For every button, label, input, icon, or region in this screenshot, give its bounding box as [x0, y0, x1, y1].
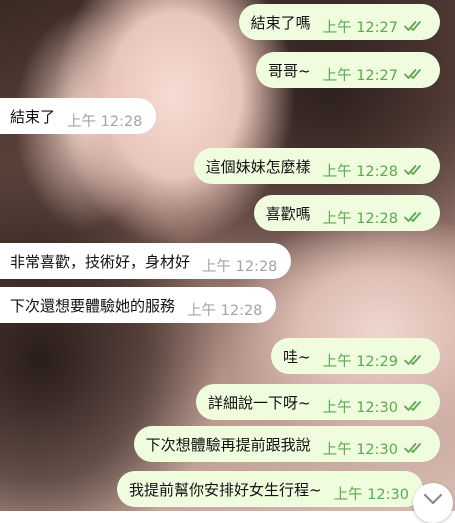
message-meta: 上午 12:28	[323, 207, 426, 228]
message-row: 結束了 上午 12:28	[0, 98, 455, 136]
message-row: 哥哥~ 上午 12:27	[0, 52, 455, 90]
message-bubble-outgoing[interactable]: 我提前幫你安排好女生行程~ 上午 12:30	[117, 471, 423, 507]
message-bubble-outgoing[interactable]: 喜歡嗎 上午 12:28	[253, 195, 440, 231]
message-text: 哥哥~	[268, 61, 311, 80]
message-time: 上午 12:27	[322, 19, 398, 36]
message-meta: 上午 12:28	[67, 110, 142, 131]
message-text: 我提前幫你安排好女生行程~	[129, 480, 322, 499]
message-time: 上午 12:28	[322, 210, 398, 227]
message-bubble-outgoing[interactable]: 結束了嗎 上午 12:27	[238, 4, 440, 40]
message-time: 上午 12:30	[322, 441, 398, 458]
message-time: 上午 12:29	[322, 353, 398, 370]
message-text: 下次想體驗再提前跟我說	[145, 435, 311, 454]
message-meta: 上午 12:27	[323, 64, 426, 85]
double-check-icon	[404, 401, 421, 411]
message-text: 詳細說一下呀~	[208, 393, 311, 412]
message-meta: 上午 12:27	[323, 16, 426, 37]
message-time: 上午 12:30	[322, 399, 398, 416]
message-bubble-outgoing[interactable]: 下次想體驗再提前跟我說 上午 12:30	[133, 426, 440, 462]
double-check-icon	[404, 21, 421, 31]
message-bubble-outgoing[interactable]: 詳細說一下呀~ 上午 12:30	[196, 384, 440, 420]
message-time: 上午 12:27	[322, 67, 398, 84]
message-meta: 上午 12:30	[334, 483, 409, 504]
message-bubble-outgoing[interactable]: 哇~ 上午 12:29	[271, 338, 440, 374]
message-meta: 上午 12:30	[323, 396, 426, 417]
message-text: 這個妹妹怎麼樣	[205, 157, 311, 176]
message-time: 上午 12:30	[333, 486, 409, 503]
message-row: 結束了嗎 上午 12:27	[0, 4, 455, 42]
message-bubble-outgoing[interactable]: 哥哥~ 上午 12:27	[256, 52, 440, 88]
message-time: 上午 12:28	[322, 163, 398, 180]
message-meta: 上午 12:28	[187, 299, 262, 320]
message-bubble-outgoing[interactable]: 這個妹妹怎麼樣 上午 12:28	[193, 148, 440, 184]
message-text: 結束了	[10, 107, 56, 126]
message-bubble-incoming[interactable]: 結束了 上午 12:28	[0, 98, 157, 134]
message-row: 這個妹妹怎麼樣 上午 12:28	[0, 148, 455, 186]
double-check-icon	[404, 212, 421, 222]
message-meta: 上午 12:30	[323, 438, 426, 459]
message-row: 詳細說一下呀~ 上午 12:30	[0, 384, 455, 422]
double-check-icon	[404, 443, 421, 453]
message-meta: 上午 12:29	[323, 350, 426, 371]
scroll-to-bottom-button[interactable]	[413, 483, 453, 523]
message-row: 哇~ 上午 12:29	[0, 338, 455, 376]
double-check-icon	[404, 69, 421, 79]
message-meta: 上午 12:28	[202, 255, 277, 276]
message-meta: 上午 12:28	[323, 160, 426, 181]
message-row: 喜歡嗎 上午 12:28	[0, 195, 455, 233]
message-bubble-incoming[interactable]: 下次還想要體驗她的服務 上午 12:28	[0, 287, 277, 323]
message-row: 下次還想要體驗她的服務 上午 12:28	[0, 287, 455, 325]
message-text: 下次還想要體驗她的服務	[10, 296, 176, 315]
message-text: 結束了嗎	[250, 13, 311, 32]
message-time: 上午 12:28	[202, 258, 278, 275]
message-row: 我提前幫你安排好女生行程~ 上午 12:30	[0, 471, 455, 509]
message-row: 下次想體驗再提前跟我說 上午 12:30	[0, 426, 455, 464]
message-row: 非常喜歡，技術好，身材好 上午 12:28	[0, 243, 455, 281]
message-text: 哇~	[283, 347, 311, 366]
message-text: 喜歡嗎	[265, 204, 311, 223]
message-time: 上午 12:28	[187, 302, 263, 319]
double-check-icon	[404, 355, 421, 365]
message-text: 非常喜歡，技術好，身材好	[10, 252, 191, 271]
message-bubble-incoming[interactable]: 非常喜歡，技術好，身材好 上午 12:28	[0, 243, 292, 279]
chevron-down-icon	[423, 493, 443, 505]
double-check-icon	[404, 165, 421, 175]
message-time: 上午 12:28	[67, 113, 143, 130]
